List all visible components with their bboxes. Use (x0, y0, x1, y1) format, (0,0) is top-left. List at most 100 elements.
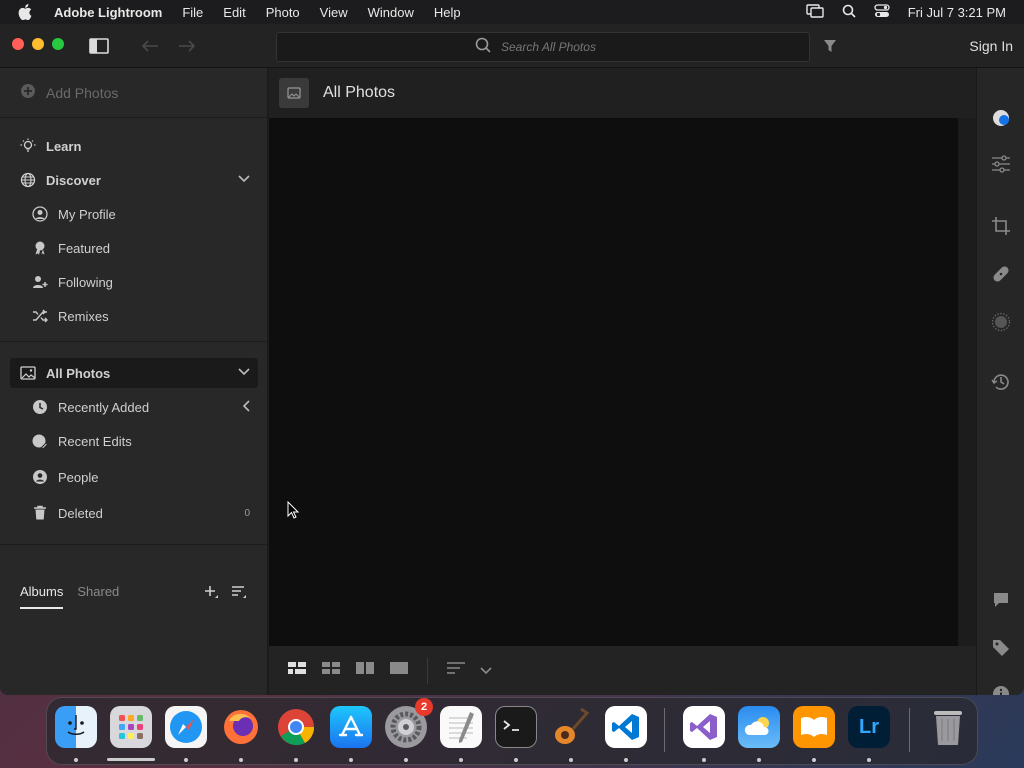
running-indicator (107, 758, 155, 761)
app-name-menu[interactable]: Adobe Lightroom (54, 5, 162, 20)
info-icon[interactable] (989, 682, 1013, 695)
tab-albums[interactable]: Albums (20, 584, 64, 609)
sort-icon[interactable] (446, 661, 466, 680)
sidebar-divider (0, 341, 268, 342)
edit-history-icon (30, 433, 50, 449)
textedit-icon[interactable] (440, 706, 482, 748)
detail-view-icon[interactable] (389, 660, 409, 681)
my-profile-label: My Profile (58, 206, 116, 222)
menu-help[interactable]: Help (434, 5, 461, 20)
sidebar-item-discover[interactable]: Discover (10, 165, 258, 195)
firefox-icon[interactable] (220, 706, 262, 748)
add-photos-label: Add Photos (46, 84, 119, 101)
comment-icon[interactable] (989, 588, 1013, 612)
sidebar-item-recent-edits[interactable]: Recent Edits (10, 426, 258, 456)
masking-icon[interactable] (989, 310, 1013, 334)
trash-icon (30, 505, 50, 521)
sort-albums-icon[interactable] (231, 584, 247, 605)
sidebar-item-featured[interactable]: Featured (10, 233, 258, 263)
finder-icon[interactable] (55, 706, 97, 748)
menu-file[interactable]: File (182, 5, 203, 20)
lightroom-icon[interactable]: Lr (848, 706, 890, 748)
healing-brush-icon[interactable] (989, 262, 1013, 286)
garageband-icon[interactable] (550, 706, 592, 748)
featured-label: Featured (58, 240, 111, 256)
edit-sliders-icon[interactable] (989, 152, 1013, 176)
discover-label: Discover (46, 172, 101, 188)
sidebar-item-all-photos[interactable]: All Photos (10, 358, 258, 388)
recently-added-label: Recently Added (58, 399, 150, 415)
compare-view-icon[interactable] (355, 660, 375, 681)
deleted-label: Deleted (58, 505, 103, 521)
menubar-clock[interactable]: Fri Jul 7 3:21 PM (908, 5, 1006, 20)
chevron-down-icon[interactable] (238, 367, 250, 379)
apple-icon[interactable] (18, 4, 38, 20)
lightbulb-icon (18, 138, 38, 154)
visual-studio-icon[interactable] (683, 706, 725, 748)
deleted-count: 0 (244, 507, 250, 519)
control-center-icon[interactable] (874, 3, 890, 21)
sidebar-item-recently-added[interactable]: Recently Added (10, 392, 258, 422)
chrome-icon[interactable] (275, 706, 317, 748)
running-indicator (812, 758, 816, 762)
sidebar-item-people[interactable]: People (10, 462, 258, 492)
photo-icon (18, 366, 38, 380)
tab-shared[interactable]: Shared (77, 584, 119, 609)
menu-photo[interactable]: Photo (266, 5, 300, 20)
sidebar-item-my-profile[interactable]: My Profile (10, 199, 258, 229)
sidebar-item-following[interactable]: Following (10, 267, 258, 297)
add-photos-button[interactable]: Add Photos (0, 68, 267, 118)
zoom-window-button[interactable] (52, 38, 64, 50)
sidebar-item-learn[interactable]: Learn (10, 131, 258, 161)
menu-view[interactable]: View (320, 5, 348, 20)
add-album-icon[interactable] (203, 584, 219, 605)
screen-mirroring-icon[interactable] (806, 3, 824, 21)
notification-badge: 2 (415, 698, 433, 716)
chevron-down-icon[interactable] (480, 662, 492, 680)
photo-grid[interactable] (269, 118, 958, 646)
safari-icon[interactable] (165, 706, 207, 748)
forward-arrow-icon[interactable] (174, 34, 200, 58)
vertical-scrollbar[interactable] (958, 118, 976, 646)
running-indicator (294, 758, 298, 762)
view-toolbar (269, 646, 976, 695)
square-grid-view-icon[interactable] (321, 660, 341, 681)
trash-icon[interactable] (927, 706, 969, 748)
running-indicator (514, 758, 518, 762)
main-content: All Photos (269, 68, 976, 695)
title-bar: Sign In (0, 24, 1024, 68)
filter-icon[interactable] (817, 34, 843, 58)
spotlight-icon[interactable] (842, 4, 856, 21)
user-circle-icon (30, 206, 50, 222)
books-icon[interactable] (793, 706, 835, 748)
history-icon[interactable] (989, 370, 1013, 394)
menu-edit[interactable]: Edit (223, 5, 245, 20)
launchpad-icon[interactable] (110, 706, 152, 748)
chevron-down-icon[interactable] (238, 174, 250, 186)
crop-icon[interactable] (989, 214, 1013, 238)
weather-icon[interactable] (738, 706, 780, 748)
photo-grid-view-icon[interactable] (287, 660, 307, 681)
my-photos-icon[interactable] (989, 106, 1013, 130)
sign-in-button[interactable]: Sign In (969, 38, 1013, 54)
running-indicator (624, 758, 628, 762)
toggle-sidebar-icon[interactable] (86, 34, 112, 58)
tag-icon[interactable] (989, 636, 1013, 660)
app-store-icon[interactable] (330, 706, 372, 748)
vscode-icon[interactable] (605, 706, 647, 748)
search-bar[interactable] (276, 32, 810, 62)
minimize-window-button[interactable] (32, 38, 44, 50)
left-sidebar: Add Photos Learn Discover My Profile Fea… (0, 68, 268, 695)
sidebar-item-remixes[interactable]: Remixes (10, 301, 258, 331)
people-label: People (58, 469, 99, 485)
close-window-button[interactable] (12, 38, 24, 50)
system-settings-icon[interactable]: 2 (385, 698, 433, 748)
chevron-left-icon[interactable] (242, 399, 250, 415)
dock-separator (664, 708, 665, 752)
award-icon (30, 240, 50, 256)
menu-window[interactable]: Window (368, 5, 414, 20)
terminal-icon[interactable] (495, 706, 537, 748)
search-input[interactable] (501, 40, 611, 54)
sidebar-item-deleted[interactable]: Deleted 0 (10, 498, 258, 528)
back-arrow-icon[interactable] (137, 34, 163, 58)
